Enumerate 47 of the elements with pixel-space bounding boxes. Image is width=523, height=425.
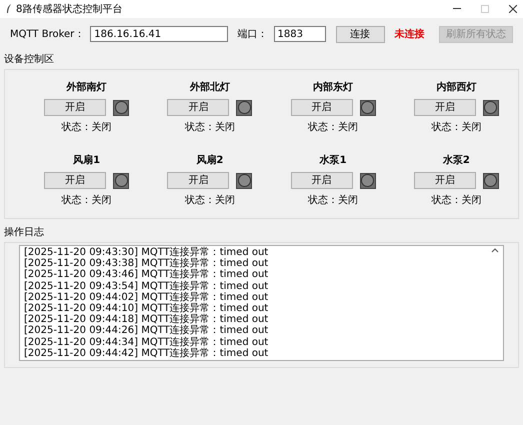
toggle-button[interactable]: 开启 bbox=[167, 99, 230, 116]
panel-title: 操作日志 bbox=[3, 226, 45, 240]
device-name: 外部北灯 bbox=[190, 80, 230, 95]
device-name: 风扇2 bbox=[196, 153, 224, 168]
device-name: 内部东灯 bbox=[313, 80, 354, 95]
device-name: 风扇1 bbox=[73, 153, 100, 168]
device-state: 状态：关闭 bbox=[184, 120, 235, 135]
device-state: 状态：关闭 bbox=[184, 194, 235, 208]
device-state: 状态：关闭 bbox=[308, 194, 358, 208]
device-state: 状态：关闭 bbox=[431, 194, 482, 208]
port-label: 端口： bbox=[238, 28, 268, 42]
device-name: 水泵2 bbox=[442, 154, 470, 168]
feather-icon bbox=[6, 4, 12, 14]
device-state: 状态：关闭 bbox=[62, 194, 112, 208]
scroll-up-icon[interactable] bbox=[491, 248, 501, 253]
toggle-button[interactable]: 开启 bbox=[44, 99, 106, 116]
log-line: [2025-11-20 09:44:42] MQTT连接异常：timed out bbox=[24, 348, 270, 360]
log-line: [2025-11-20 09:43:38] MQTT连接异常：timed out bbox=[24, 258, 270, 270]
broker-field[interactable]: 186.16.16.41 bbox=[90, 26, 228, 42]
log-line: [2025-11-20 09:43:30] MQTT连接异常：timed out bbox=[24, 247, 270, 258]
toggle-button[interactable]: 开启 bbox=[290, 99, 353, 116]
toggle-button[interactable]: 开启 bbox=[44, 172, 106, 189]
device-state: 状态：关闭 bbox=[431, 120, 482, 135]
device-name: 内部西灯 bbox=[436, 80, 476, 95]
log-line: [2025-11-20 09:43:46] MQTT连接异常：timed out bbox=[24, 269, 270, 280]
broker-label: MQTT Broker： bbox=[10, 28, 84, 42]
log-line: [2025-11-20 09:43:54] MQTT连接异常：timed out bbox=[24, 280, 270, 292]
toggle-button[interactable]: 开启 bbox=[290, 172, 353, 189]
log-line: [2025-11-20 09:44:10] MQTT连接异常：timed out bbox=[24, 303, 270, 314]
log-line: [2025-11-20 09:44:02] MQTT连接异常：timed out bbox=[24, 292, 270, 303]
port-field[interactable]: 1883 bbox=[274, 26, 326, 42]
panel-title: 设备控制区 bbox=[3, 52, 55, 67]
device-state: 状态：关闭 bbox=[62, 120, 112, 135]
minimize-icon[interactable] bbox=[453, 8, 461, 10]
connection-status: 未连接 bbox=[394, 28, 425, 42]
connect-button[interactable]: 连接 bbox=[336, 26, 385, 42]
device-state: 状态：关闭 bbox=[308, 120, 358, 135]
log-line: [2025-11-20 09:44:18] MQTT连接异常：timed out bbox=[24, 314, 270, 326]
log-line: [2025-11-20 09:44:34] MQTT连接异常：timed out bbox=[24, 336, 270, 348]
toggle-button[interactable]: 开启 bbox=[414, 99, 476, 116]
close-icon[interactable] bbox=[509, 5, 517, 13]
toggle-button[interactable]: 开启 bbox=[167, 172, 230, 189]
toggle-button[interactable]: 开启 bbox=[414, 172, 476, 189]
device-name: 水泵1 bbox=[320, 154, 347, 168]
device-name: 外部南灯 bbox=[66, 80, 107, 95]
log-line: [2025-11-20 09:44:26] MQTT连接异常：timed out bbox=[24, 325, 270, 336]
window-title: 8路传感器状态控制平台 bbox=[16, 2, 122, 16]
